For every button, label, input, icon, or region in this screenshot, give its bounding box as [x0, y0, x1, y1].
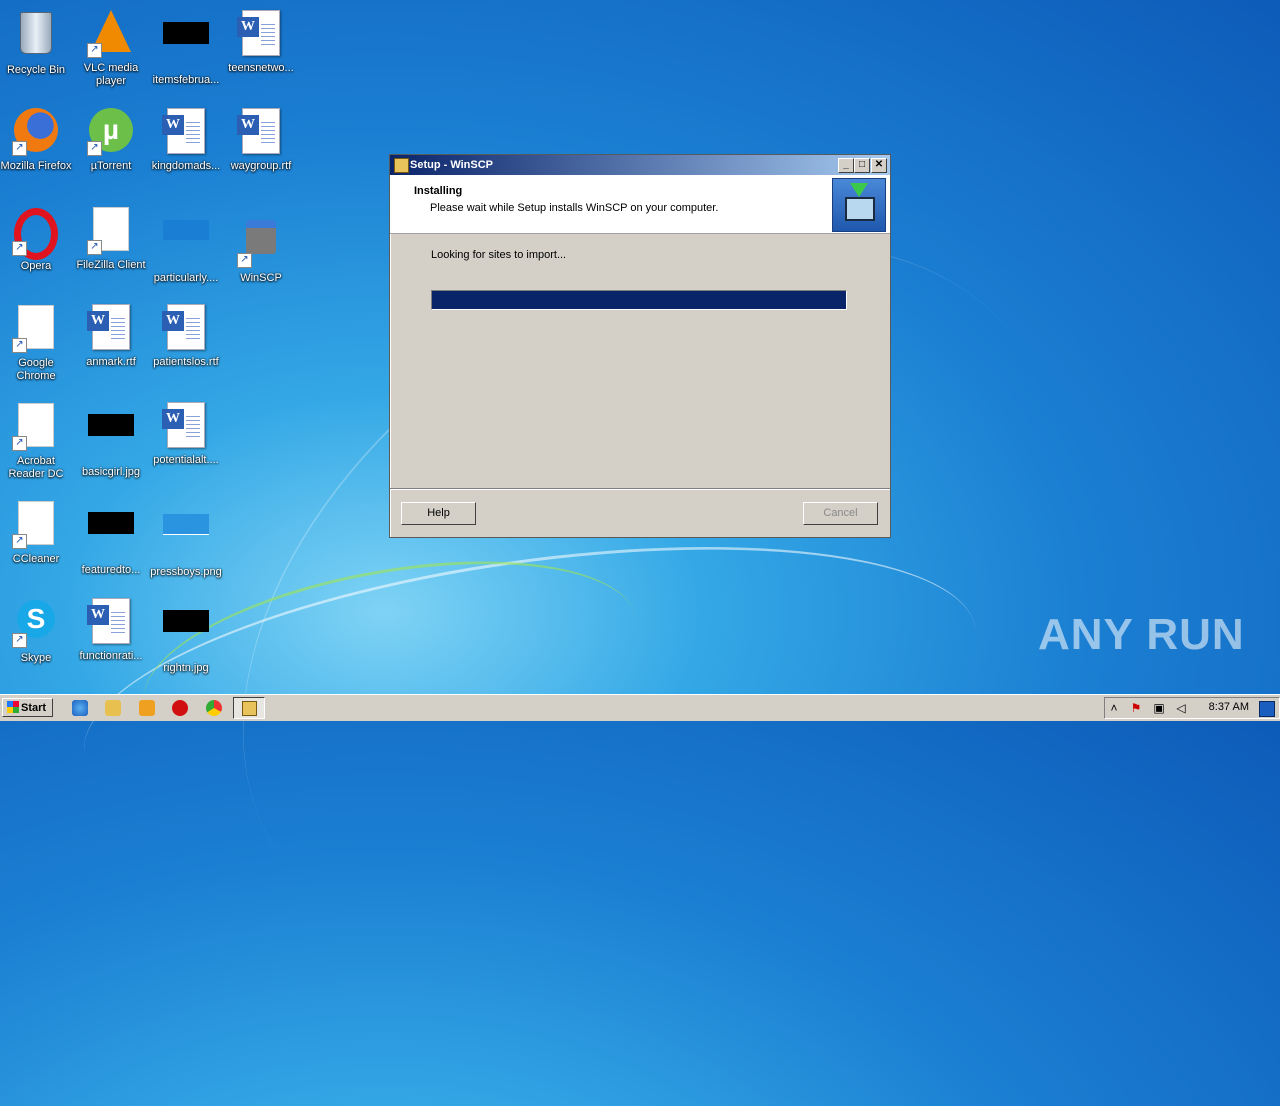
filezilla-icon: ↗ [87, 207, 135, 255]
utorrent-icon: µ ↗ [87, 108, 135, 156]
chrome-icon: ↗ [12, 305, 60, 353]
image-file-icon [162, 22, 210, 70]
desktop-icon-opera[interactable]: ↗ Opera [0, 204, 73, 273]
desktop-icon-rightn[interactable]: rightn.jpg [149, 596, 223, 675]
word-document-icon: W [162, 108, 210, 156]
setup-dialog: Setup - WinSCP _ □ ✕ Installing Please w… [389, 154, 891, 538]
desktop-icon-pressboys[interactable]: pressboys.png [149, 498, 223, 579]
dialog-header: Installing Please wait while Setup insta… [390, 175, 890, 234]
network-icon[interactable]: ▣ [1152, 701, 1166, 715]
desktop-icon-potentialalt[interactable]: W potentialalt.... [149, 400, 223, 467]
word-document-icon: W [162, 402, 210, 450]
shortcut-arrow-icon: ↗ [12, 141, 27, 156]
desktop-icon-utorrent[interactable]: µ ↗ µTorrent [74, 106, 148, 173]
desktop-icon-waygroup[interactable]: W waygroup.rtf [224, 106, 298, 173]
desktop-icon-basicgirl[interactable]: basicgirl.jpg [74, 400, 148, 479]
windows-flag-icon [7, 701, 19, 713]
shortcut-arrow-icon: ↗ [87, 43, 102, 58]
desktop-icon-chrome[interactable]: ↗ Google Chrome [0, 302, 73, 383]
start-button[interactable]: Start [2, 698, 53, 717]
desktop-icon-skype[interactable]: S ↗ Skype [0, 596, 73, 665]
media-player-icon[interactable] [139, 700, 155, 716]
acrobat-icon: ↗ [12, 403, 60, 451]
close-button[interactable]: ✕ [871, 158, 887, 173]
word-document-icon: W [87, 304, 135, 352]
word-document-icon: W [237, 10, 285, 58]
system-tray: ˄ ⚑ ▣ ◁ 8:37 AM [1104, 697, 1280, 719]
taskbar-setup-winscp[interactable] [233, 697, 265, 719]
desktop-icon-recycle-bin[interactable]: Recycle Bin [0, 8, 73, 77]
chrome-taskbar-icon[interactable] [206, 700, 222, 716]
shortcut-arrow-icon: ↗ [12, 338, 27, 353]
internet-explorer-icon[interactable] [72, 700, 88, 716]
desktop-icon-vlc[interactable]: ↗ VLC media player [74, 8, 148, 88]
desktop-icon-particularly[interactable]: particularly.... [149, 204, 223, 285]
skype-icon: S ↗ [12, 600, 60, 648]
volume-icon[interactable]: ◁ [1174, 701, 1188, 715]
image-file-icon [162, 514, 210, 562]
shortcut-arrow-icon: ↗ [87, 240, 102, 255]
setup-app-icon [394, 158, 409, 173]
winscp-icon: ↗ [237, 220, 285, 268]
image-file-icon [162, 610, 210, 658]
opera-taskbar-icon[interactable] [172, 700, 188, 716]
shortcut-arrow-icon: ↗ [12, 534, 27, 549]
vlc-icon: ↗ [87, 10, 135, 58]
cancel-button[interactable]: Cancel [803, 502, 878, 525]
image-file-icon [87, 414, 135, 462]
word-document-icon: W [237, 108, 285, 156]
firefox-icon: ↗ [12, 108, 60, 156]
shortcut-arrow-icon: ↗ [87, 141, 102, 156]
desktop-icon-acrobat[interactable]: ↗ Acrobat Reader DC [0, 400, 73, 481]
setup-app-icon [242, 701, 257, 716]
shortcut-arrow-icon: ↗ [12, 436, 27, 451]
page-subheading: Please wait while Setup installs WinSCP … [430, 202, 719, 214]
desktop-icon-ccleaner[interactable]: ↗ CCleaner [0, 498, 73, 566]
install-progress-bar [431, 290, 847, 310]
image-file-icon [162, 220, 210, 268]
desktop-icon-filezilla[interactable]: ↗ FileZilla Client [74, 204, 148, 272]
desktop-icon-functionrati[interactable]: W functionrati... [74, 596, 148, 663]
shortcut-arrow-icon: ↗ [12, 241, 27, 256]
help-button[interactable]: Help [401, 502, 476, 525]
dialog-titlebar[interactable]: Setup - WinSCP _ □ ✕ [390, 155, 890, 175]
button-separator [390, 488, 890, 490]
desktop-icon-itemsfebrua[interactable]: itemsfebrua... [149, 8, 223, 87]
show-hidden-icons-icon[interactable]: ˄ [1107, 701, 1121, 715]
recycle-bin-icon [12, 12, 60, 60]
page-heading: Installing [414, 185, 463, 197]
dialog-title: Setup - WinSCP [410, 159, 494, 171]
desktop-icon-kingdomads[interactable]: W kingdomads... [149, 106, 223, 173]
desktop-icon-anmark[interactable]: W anmark.rtf [74, 302, 148, 369]
progress-fill [432, 291, 846, 309]
install-status-text: Looking for sites to import... [431, 249, 567, 261]
install-download-icon [832, 178, 886, 232]
ccleaner-icon: ↗ [12, 501, 60, 549]
image-file-icon [87, 512, 135, 560]
anyrun-watermark: ANY RUN [1038, 610, 1245, 659]
desktop-icon-firefox[interactable]: ↗ Mozilla Firefox [0, 106, 73, 173]
desktop-icon-winscp[interactable]: ↗ WinSCP [224, 204, 298, 285]
shortcut-arrow-icon: ↗ [12, 633, 27, 648]
maximize-button[interactable]: □ [854, 158, 870, 173]
desktop-icon-patientslos[interactable]: W patientslos.rtf [149, 302, 223, 369]
start-label: Start [21, 702, 47, 714]
word-document-icon: W [87, 598, 135, 646]
desktop-icon-teensnetwo[interactable]: W teensnetwo... [224, 8, 298, 75]
opera-icon: ↗ [12, 208, 60, 260]
word-document-icon: W [162, 304, 210, 352]
taskbar: Start ˄ ⚑ ▣ ◁ 8:37 AM [0, 694, 1280, 721]
file-explorer-icon[interactable] [105, 700, 121, 716]
show-desktop-icon[interactable] [1259, 701, 1275, 717]
action-center-flag-icon[interactable]: ⚑ [1129, 701, 1143, 715]
clock[interactable]: 8:37 AM [1209, 701, 1249, 713]
shortcut-arrow-icon: ↗ [237, 253, 252, 268]
desktop-icon-featuredto[interactable]: featuredto... [74, 498, 148, 577]
minimize-button[interactable]: _ [838, 158, 854, 173]
